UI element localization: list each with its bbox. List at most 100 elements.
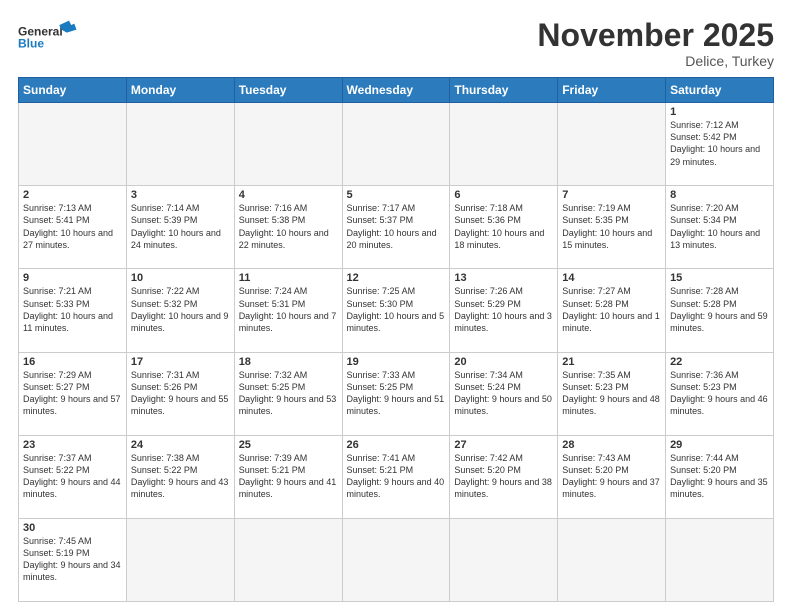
day-number: 18 [239,356,338,368]
calendar-week-row: 30Sunrise: 7:45 AM Sunset: 5:19 PM Dayli… [19,518,774,601]
day-number: 11 [239,272,338,284]
day-number: 19 [347,356,446,368]
day-number: 17 [131,356,230,368]
day-info: Sunrise: 7:45 AM Sunset: 5:19 PM Dayligh… [23,535,122,584]
day-info: Sunrise: 7:39 AM Sunset: 5:21 PM Dayligh… [239,452,338,501]
day-info: Sunrise: 7:37 AM Sunset: 5:22 PM Dayligh… [23,452,122,501]
day-number: 5 [347,189,446,201]
day-number: 29 [670,439,769,451]
table-row: 23Sunrise: 7:37 AM Sunset: 5:22 PM Dayli… [19,435,127,518]
table-row: 3Sunrise: 7:14 AM Sunset: 5:39 PM Daylig… [126,186,234,269]
logo: General Blue [18,18,78,54]
day-info: Sunrise: 7:16 AM Sunset: 5:38 PM Dayligh… [239,202,338,251]
day-info: Sunrise: 7:29 AM Sunset: 5:27 PM Dayligh… [23,369,122,418]
day-number: 20 [454,356,553,368]
col-friday: Friday [558,78,666,103]
table-row: 24Sunrise: 7:38 AM Sunset: 5:22 PM Dayli… [126,435,234,518]
table-row [234,103,342,186]
table-row: 25Sunrise: 7:39 AM Sunset: 5:21 PM Dayli… [234,435,342,518]
day-info: Sunrise: 7:21 AM Sunset: 5:33 PM Dayligh… [23,285,122,334]
table-row: 12Sunrise: 7:25 AM Sunset: 5:30 PM Dayli… [342,269,450,352]
day-info: Sunrise: 7:25 AM Sunset: 5:30 PM Dayligh… [347,285,446,334]
table-row: 15Sunrise: 7:28 AM Sunset: 5:28 PM Dayli… [666,269,774,352]
table-row [666,518,774,601]
day-info: Sunrise: 7:14 AM Sunset: 5:39 PM Dayligh… [131,202,230,251]
day-number: 23 [23,439,122,451]
day-info: Sunrise: 7:31 AM Sunset: 5:26 PM Dayligh… [131,369,230,418]
day-number: 30 [23,522,122,534]
table-row: 10Sunrise: 7:22 AM Sunset: 5:32 PM Dayli… [126,269,234,352]
day-number: 7 [562,189,661,201]
table-row [19,103,127,186]
day-number: 24 [131,439,230,451]
day-info: Sunrise: 7:12 AM Sunset: 5:42 PM Dayligh… [670,119,769,168]
day-number: 4 [239,189,338,201]
day-info: Sunrise: 7:27 AM Sunset: 5:28 PM Dayligh… [562,285,661,334]
table-row: 2Sunrise: 7:13 AM Sunset: 5:41 PM Daylig… [19,186,127,269]
table-row: 8Sunrise: 7:20 AM Sunset: 5:34 PM Daylig… [666,186,774,269]
day-info: Sunrise: 7:17 AM Sunset: 5:37 PM Dayligh… [347,202,446,251]
table-row: 26Sunrise: 7:41 AM Sunset: 5:21 PM Dayli… [342,435,450,518]
day-number: 28 [562,439,661,451]
day-info: Sunrise: 7:18 AM Sunset: 5:36 PM Dayligh… [454,202,553,251]
table-row [558,103,666,186]
day-info: Sunrise: 7:20 AM Sunset: 5:34 PM Dayligh… [670,202,769,251]
table-row: 11Sunrise: 7:24 AM Sunset: 5:31 PM Dayli… [234,269,342,352]
table-row: 6Sunrise: 7:18 AM Sunset: 5:36 PM Daylig… [450,186,558,269]
day-number: 25 [239,439,338,451]
day-number: 16 [23,356,122,368]
day-info: Sunrise: 7:24 AM Sunset: 5:31 PM Dayligh… [239,285,338,334]
calendar: Sunday Monday Tuesday Wednesday Thursday… [18,77,774,602]
calendar-week-row: 23Sunrise: 7:37 AM Sunset: 5:22 PM Dayli… [19,435,774,518]
table-row: 22Sunrise: 7:36 AM Sunset: 5:23 PM Dayli… [666,352,774,435]
table-row: 20Sunrise: 7:34 AM Sunset: 5:24 PM Dayli… [450,352,558,435]
svg-text:Blue: Blue [18,37,44,51]
table-row [126,518,234,601]
table-row [558,518,666,601]
day-info: Sunrise: 7:13 AM Sunset: 5:41 PM Dayligh… [23,202,122,251]
col-thursday: Thursday [450,78,558,103]
table-row: 13Sunrise: 7:26 AM Sunset: 5:29 PM Dayli… [450,269,558,352]
day-info: Sunrise: 7:33 AM Sunset: 5:25 PM Dayligh… [347,369,446,418]
title-block: November 2025 Delice, Turkey [537,18,774,69]
table-row [126,103,234,186]
header: General Blue November 2025 Delice, Turke… [18,18,774,69]
subtitle: Delice, Turkey [537,53,774,69]
day-number: 10 [131,272,230,284]
col-wednesday: Wednesday [342,78,450,103]
table-row: 27Sunrise: 7:42 AM Sunset: 5:20 PM Dayli… [450,435,558,518]
day-info: Sunrise: 7:19 AM Sunset: 5:35 PM Dayligh… [562,202,661,251]
day-number: 1 [670,106,769,118]
table-row: 7Sunrise: 7:19 AM Sunset: 5:35 PM Daylig… [558,186,666,269]
table-row: 5Sunrise: 7:17 AM Sunset: 5:37 PM Daylig… [342,186,450,269]
table-row [234,518,342,601]
day-info: Sunrise: 7:42 AM Sunset: 5:20 PM Dayligh… [454,452,553,501]
col-tuesday: Tuesday [234,78,342,103]
table-row: 9Sunrise: 7:21 AM Sunset: 5:33 PM Daylig… [19,269,127,352]
day-number: 6 [454,189,553,201]
table-row [342,518,450,601]
page: General Blue November 2025 Delice, Turke… [0,0,792,612]
day-info: Sunrise: 7:38 AM Sunset: 5:22 PM Dayligh… [131,452,230,501]
day-number: 2 [23,189,122,201]
month-title: November 2025 [537,18,774,53]
day-info: Sunrise: 7:28 AM Sunset: 5:28 PM Dayligh… [670,285,769,334]
day-number: 15 [670,272,769,284]
table-row [342,103,450,186]
col-saturday: Saturday [666,78,774,103]
table-row: 4Sunrise: 7:16 AM Sunset: 5:38 PM Daylig… [234,186,342,269]
day-info: Sunrise: 7:26 AM Sunset: 5:29 PM Dayligh… [454,285,553,334]
table-row: 28Sunrise: 7:43 AM Sunset: 5:20 PM Dayli… [558,435,666,518]
day-number: 21 [562,356,661,368]
day-info: Sunrise: 7:34 AM Sunset: 5:24 PM Dayligh… [454,369,553,418]
day-number: 9 [23,272,122,284]
calendar-header-row: Sunday Monday Tuesday Wednesday Thursday… [19,78,774,103]
day-info: Sunrise: 7:44 AM Sunset: 5:20 PM Dayligh… [670,452,769,501]
table-row: 29Sunrise: 7:44 AM Sunset: 5:20 PM Dayli… [666,435,774,518]
day-info: Sunrise: 7:22 AM Sunset: 5:32 PM Dayligh… [131,285,230,334]
table-row: 30Sunrise: 7:45 AM Sunset: 5:19 PM Dayli… [19,518,127,601]
calendar-week-row: 1Sunrise: 7:12 AM Sunset: 5:42 PM Daylig… [19,103,774,186]
col-sunday: Sunday [19,78,127,103]
day-info: Sunrise: 7:41 AM Sunset: 5:21 PM Dayligh… [347,452,446,501]
day-number: 22 [670,356,769,368]
